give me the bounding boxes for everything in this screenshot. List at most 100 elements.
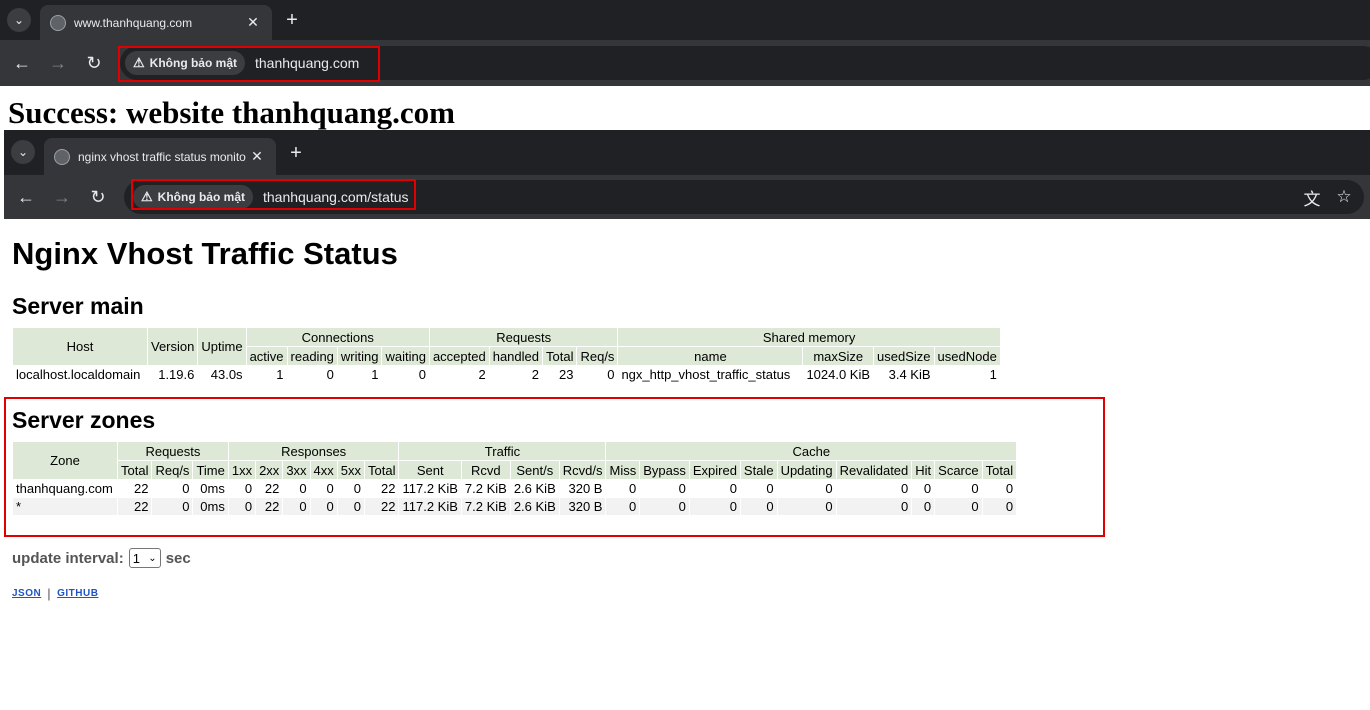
cell: 0 xyxy=(326,481,334,496)
col-time: Time xyxy=(193,461,228,479)
chevron-down-icon: ⌄ xyxy=(148,552,157,564)
col-accepted: accepted xyxy=(429,347,489,365)
cell: 0 xyxy=(337,498,365,515)
globe-icon xyxy=(54,148,70,165)
browser1-tab[interactable]: www.thanhquang.com ✕ xyxy=(40,5,272,40)
highlight-box-url1 xyxy=(118,46,380,82)
col-responses: Responses xyxy=(228,442,399,460)
cell: 0 xyxy=(299,481,307,496)
status-page: Nginx Vhost Traffic Status Server main H… xyxy=(4,219,1370,710)
cell: 117.2 KiB xyxy=(399,498,461,515)
table-row: thanhquang.com 22 0 0ms 0 22 0 0 0 22 11… xyxy=(13,480,1016,497)
cell: 0 xyxy=(640,498,689,515)
cell: 0 xyxy=(740,498,777,515)
cell: 0 xyxy=(353,481,362,496)
col-req-total: Total xyxy=(118,461,152,479)
cell: 0 xyxy=(912,498,935,515)
cell: 22 xyxy=(256,498,283,515)
back-arrow-icon[interactable]: ← xyxy=(13,184,39,210)
update-interval-select[interactable]: 1 ⌄ xyxy=(128,548,161,568)
cell-uptime: 43.0s xyxy=(210,367,243,382)
col-miss: Miss xyxy=(606,461,640,479)
cell: 0 xyxy=(836,498,912,515)
col-2xx: 2xx xyxy=(256,461,283,479)
cell-handled: 2 xyxy=(531,367,539,382)
json-link[interactable]: JSON xyxy=(12,588,41,599)
chevron-down-icon[interactable]: ⌄ xyxy=(7,8,31,32)
col-1xx: 1xx xyxy=(228,461,256,479)
cell-writing: 1 xyxy=(371,367,379,382)
update-interval-label: update interval: xyxy=(12,549,124,567)
server-zones-heading: Server zones xyxy=(12,407,156,433)
cell: 0 xyxy=(729,481,737,496)
col-writing: writing xyxy=(337,347,382,365)
cell: 0 xyxy=(923,481,932,496)
col-revalidated: Revalidated xyxy=(836,461,912,479)
cell: 0 xyxy=(182,481,190,496)
page-title: Nginx Vhost Traffic Status xyxy=(12,236,398,271)
cell: 0ms xyxy=(200,481,225,496)
col-cache: Cache xyxy=(606,442,1017,460)
col-maxsize: maxSize xyxy=(803,347,874,365)
col-requests: Requests xyxy=(118,442,228,460)
cell-zone: * xyxy=(13,498,117,515)
reload-icon[interactable]: ↻ xyxy=(85,184,111,210)
update-interval-unit: sec xyxy=(165,549,191,567)
cell: 22 xyxy=(134,481,149,496)
cell: 0 xyxy=(1005,481,1014,496)
cell: 0 xyxy=(766,481,774,496)
col-handled: handled xyxy=(489,347,542,365)
col-expired: Expired xyxy=(689,461,740,479)
update-interval-value: 1 xyxy=(132,550,140,566)
server-main-heading: Server main xyxy=(12,293,144,319)
close-icon[interactable]: ✕ xyxy=(244,14,262,31)
cell-waiting: 0 xyxy=(418,367,426,382)
github-link[interactable]: GITHUB xyxy=(57,588,98,599)
close-icon[interactable]: ✕ xyxy=(248,148,266,165)
plus-icon[interactable]: + xyxy=(280,8,304,32)
cell: 0 xyxy=(982,498,1017,515)
cell-name: ngx_http_vhost_traffic_status xyxy=(621,367,791,382)
col-requests: Requests xyxy=(429,328,618,346)
cell-usedsize: 3.4 KiB xyxy=(888,367,931,382)
browser2-tab-strip: ⌄ nginx vhost traffic status monito ✕ + xyxy=(4,130,1370,175)
col-traffic: Traffic xyxy=(399,442,606,460)
cell: 320 B xyxy=(568,481,603,496)
col-host: Host xyxy=(13,328,147,365)
col-cache-total: Total xyxy=(982,461,1017,479)
translate-icon[interactable]: 文 xyxy=(1300,185,1324,209)
update-interval-row: update interval: 1 ⌄ sec xyxy=(12,548,191,568)
plus-icon[interactable]: + xyxy=(284,141,308,165)
cell: 22 xyxy=(264,481,280,496)
success-heading: Success: website thanhquang.com xyxy=(8,95,455,130)
server-main-table: Host Version Uptime Connections Requests… xyxy=(12,327,1001,384)
forward-arrow-icon[interactable]: → xyxy=(49,184,75,210)
col-3xx: 3xx xyxy=(283,461,310,479)
col-req-per-s: Req/s xyxy=(577,347,618,365)
back-arrow-icon[interactable]: ← xyxy=(9,50,35,76)
browser1-tab-strip: ⌄ www.thanhquang.com ✕ + xyxy=(0,0,1370,40)
cell: 0 xyxy=(606,498,640,515)
col-shared-memory: Shared memory xyxy=(618,328,1000,346)
cell: 0 xyxy=(689,498,740,515)
cell: 7.2 KiB xyxy=(464,481,507,496)
reload-icon[interactable]: ↻ xyxy=(81,50,107,76)
chevron-down-icon[interactable]: ⌄ xyxy=(11,140,35,164)
cell-version: 1.19.6 xyxy=(158,367,195,382)
browser2-tab[interactable]: nginx vhost traffic status monito ✕ xyxy=(44,138,276,175)
cell-active: 1 xyxy=(276,367,284,382)
col-version: Version xyxy=(148,328,198,365)
cell: 0 xyxy=(228,498,256,515)
cell: 0 xyxy=(310,498,337,515)
cell: 0 xyxy=(283,498,310,515)
col-sent-per-s: Sent/s xyxy=(510,461,559,479)
star-icon[interactable]: ☆ xyxy=(1332,185,1356,209)
col-usednode: usedNode xyxy=(934,347,1000,365)
cell: 0 xyxy=(901,481,909,496)
cell: 2.6 KiB xyxy=(513,481,556,496)
cell-total: 23 xyxy=(559,367,574,382)
cell: 22 xyxy=(365,498,399,515)
col-uptime: Uptime xyxy=(198,328,246,365)
forward-arrow-icon[interactable]: → xyxy=(45,50,71,76)
col-bypass: Bypass xyxy=(640,461,689,479)
